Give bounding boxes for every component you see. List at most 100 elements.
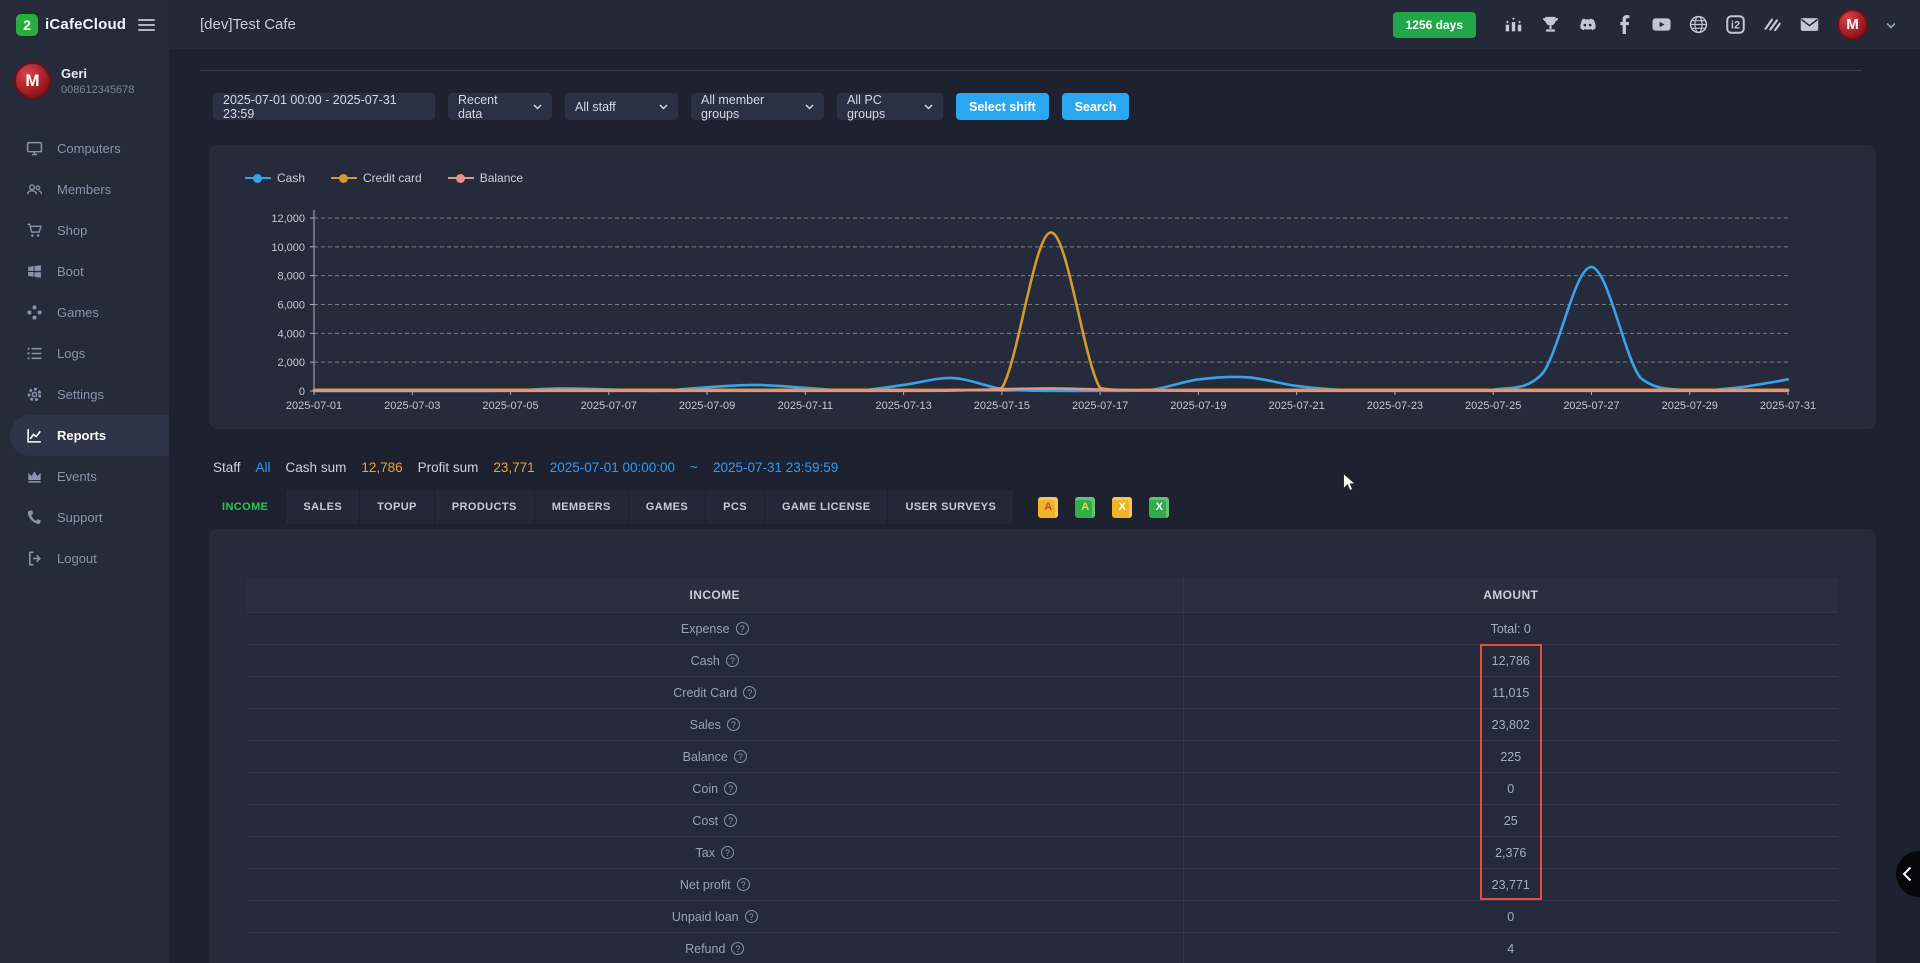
- legend-item-cash[interactable]: Cash: [245, 171, 305, 185]
- help-icon[interactable]: ?: [745, 910, 758, 923]
- tab-games[interactable]: GAMES: [629, 490, 706, 524]
- brand-name: iCafeCloud: [45, 16, 126, 33]
- discord-icon[interactable]: [1578, 15, 1597, 34]
- table-row-cost: Cost?25: [247, 804, 1838, 836]
- help-icon[interactable]: ?: [727, 718, 740, 731]
- events-icon: [26, 468, 43, 485]
- table-row-net-profit: Net profit?23,771: [247, 868, 1838, 900]
- help-icon[interactable]: ?: [724, 782, 737, 795]
- tab-sales[interactable]: SALES: [286, 490, 360, 524]
- help-icon[interactable]: ?: [734, 750, 747, 763]
- license-days-badge[interactable]: 1256 days: [1393, 12, 1476, 38]
- help-icon[interactable]: ?: [731, 942, 744, 955]
- youtube-icon[interactable]: [1652, 15, 1671, 34]
- help-icon[interactable]: ?: [726, 654, 739, 667]
- sidebar-item-boot[interactable]: Boot: [0, 251, 169, 292]
- sidebar-item-computers[interactable]: Computers: [0, 128, 169, 169]
- report-tabs: INCOMESALESTOPUPPRODUCTSMEMBERSGAMESPCSG…: [205, 490, 1014, 524]
- table-row-refund: Refund?4: [247, 932, 1838, 963]
- row-amount: Total: 0: [1183, 613, 1838, 644]
- chevron-down-icon[interactable]: [1886, 16, 1896, 34]
- sidebar-item-events[interactable]: Events: [0, 456, 169, 497]
- svg-text:i2: i2: [1731, 20, 1740, 32]
- table-row-tax: Tax?2,376: [247, 836, 1838, 868]
- tab-pcs[interactable]: PCS: [706, 490, 765, 524]
- topbar-icons: i2: [1504, 15, 1819, 34]
- row-amount: 25: [1183, 805, 1838, 836]
- legend-item-credit-card[interactable]: Credit card: [331, 171, 422, 185]
- table-row-coin: Coin?0: [247, 772, 1838, 804]
- chart-legend: Cash Credit card Balance: [245, 171, 523, 185]
- mail-icon[interactable]: [1800, 15, 1819, 34]
- help-icon[interactable]: ?: [737, 878, 750, 891]
- pc-groups-select[interactable]: All PC groups: [837, 93, 943, 120]
- sidebar-item-members[interactable]: Members: [0, 169, 169, 210]
- export-pdf-yellow-icon[interactable]: A: [1038, 497, 1058, 518]
- globe-icon[interactable]: [1689, 15, 1708, 34]
- tab-topup[interactable]: TOPUP: [360, 490, 435, 524]
- sidebar-item-label: Reports: [57, 428, 106, 443]
- svg-text:2025-07-07: 2025-07-07: [581, 400, 637, 412]
- sidebar-item-label: Events: [57, 469, 97, 484]
- brand[interactable]: 2 iCafeCloud: [16, 14, 126, 36]
- line-chart[interactable]: 02,0004,0006,0008,00010,00012,0002025-07…: [209, 203, 1876, 429]
- tab-game-license[interactable]: GAME LICENSE: [765, 490, 889, 524]
- legend-item-balance[interactable]: Balance: [448, 171, 523, 185]
- svg-text:2025-07-11: 2025-07-11: [778, 400, 833, 412]
- row-label-text: Credit Card: [673, 686, 737, 700]
- legend-label: Credit card: [363, 171, 422, 185]
- svg-text:2,000: 2,000: [277, 357, 305, 369]
- data-source-select[interactable]: Recent data: [448, 93, 552, 120]
- hamburger-menu-icon[interactable]: [138, 19, 155, 31]
- sidebar-item-shop[interactable]: Shop: [0, 210, 169, 251]
- legend-marker-icon: [331, 174, 357, 183]
- chevron-down-icon: [805, 104, 814, 110]
- sidebar-item-label: Shop: [57, 223, 87, 238]
- staff-select[interactable]: All staff: [565, 93, 678, 120]
- sidebar-item-label: Logout: [57, 551, 97, 566]
- staff-value[interactable]: All: [256, 460, 271, 475]
- tab-products[interactable]: PRODUCTS: [435, 490, 535, 524]
- select-shift-button[interactable]: Select shift: [956, 93, 1049, 120]
- icafecloud-icon[interactable]: i2: [1726, 15, 1745, 34]
- export-pdf-green-icon[interactable]: A: [1075, 497, 1095, 518]
- tab-income[interactable]: INCOME: [205, 490, 286, 524]
- help-icon[interactable]: ?: [743, 686, 756, 699]
- sidebar-item-logout[interactable]: Logout: [0, 538, 169, 579]
- sidebar-item-settings[interactable]: Settings: [0, 374, 169, 415]
- tab-user-surveys[interactable]: USER SURVEYS: [888, 490, 1014, 524]
- sidebar-item-games[interactable]: Games: [0, 292, 169, 333]
- user-phone: 008612345678: [61, 84, 134, 96]
- pc-groups-value: All PC groups: [847, 93, 916, 121]
- sidebar-item-logs[interactable]: Logs: [0, 333, 169, 374]
- svg-text:2025-07-05: 2025-07-05: [482, 400, 538, 412]
- facebook-icon[interactable]: [1615, 15, 1634, 34]
- row-label: Refund?: [247, 933, 1183, 963]
- trophy-icon[interactable]: [1541, 15, 1560, 34]
- svg-text:2025-07-03: 2025-07-03: [384, 400, 440, 412]
- tab-members[interactable]: MEMBERS: [535, 490, 629, 524]
- help-icon[interactable]: ?: [721, 846, 734, 859]
- export-icons: AAXX: [1038, 497, 1169, 518]
- sidebar-user[interactable]: M Geri 008612345678: [0, 49, 169, 112]
- export-excel-green-icon[interactable]: X: [1149, 497, 1169, 518]
- member-groups-select[interactable]: All member groups: [691, 93, 824, 120]
- cafe-title: [dev]Test Cafe: [200, 16, 296, 33]
- svg-text:6,000: 6,000: [277, 300, 305, 312]
- profit-sum-label: Profit sum: [418, 460, 479, 475]
- svg-text:2025-07-01: 2025-07-01: [286, 400, 342, 412]
- divider: [200, 70, 1862, 71]
- export-excel-yellow-icon[interactable]: X: [1112, 497, 1132, 518]
- date-range-input[interactable]: 2025-07-01 00:00 - 2025-07-31 23:59: [213, 93, 435, 120]
- sidebar-item-reports[interactable]: Reports: [10, 415, 169, 456]
- help-icon[interactable]: ?: [736, 622, 749, 635]
- period-separator: ~: [690, 460, 698, 475]
- staff-value: All staff: [575, 100, 616, 114]
- svg-text:2025-07-29: 2025-07-29: [1662, 400, 1718, 412]
- partners-icon[interactable]: [1763, 15, 1782, 34]
- user-avatar[interactable]: M: [1837, 9, 1868, 40]
- sidebar-item-support[interactable]: Support: [0, 497, 169, 538]
- ranking-icon[interactable]: [1504, 15, 1523, 34]
- search-button[interactable]: Search: [1062, 93, 1130, 120]
- help-icon[interactable]: ?: [724, 814, 737, 827]
